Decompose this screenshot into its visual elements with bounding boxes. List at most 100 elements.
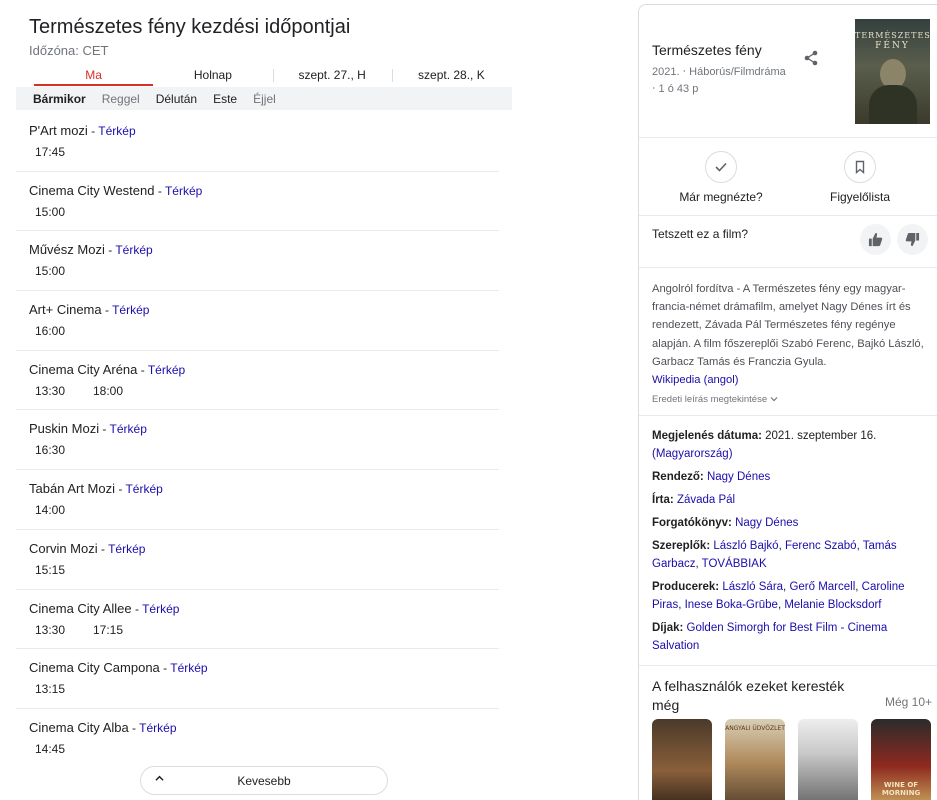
producer-link[interactable]: Melanie Blocksdorf: [784, 599, 881, 611]
related-poster-title: ANGYALI ÜDVÖZLET: [725, 725, 785, 732]
tab-today[interactable]: Ma: [34, 66, 154, 86]
cinema-row: Art+ Cinema - Térkép 16:00: [16, 291, 499, 351]
cinema-name: Cinema City Westend: [29, 182, 155, 198]
map-link[interactable]: Térkép: [125, 482, 162, 496]
cinema-name: P'Art mozi: [29, 123, 88, 138]
filter-anytime[interactable]: Bármikor: [33, 92, 86, 106]
showtime[interactable]: 13:30: [35, 384, 93, 398]
cinema-row: Művész Mozi - Térkép 15:00: [16, 231, 499, 292]
tab-tomorrow[interactable]: Holnap: [153, 66, 272, 86]
map-link[interactable]: Térkép: [98, 124, 135, 138]
divider: [639, 267, 937, 268]
filter-afternoon[interactable]: Délután: [156, 92, 197, 106]
map-link[interactable]: Térkép: [115, 243, 152, 257]
watchlist-button[interactable]: Figyelőlista: [805, 151, 915, 204]
liked-question: Tetszett ez a film?: [652, 227, 749, 241]
movie-meta: 2021. ‧ Háborús/Filmdráma ‧ 1 ó 43 p: [652, 64, 802, 98]
map-link[interactable]: Térkép: [148, 363, 185, 377]
map-link[interactable]: Térkép: [139, 721, 176, 735]
day-tabs: Ma Holnap szept. 27., H szept. 28., K: [34, 66, 511, 86]
related-movie-poster[interactable]: [798, 719, 858, 800]
map-link[interactable]: Térkép: [112, 303, 149, 317]
cinema-name: Puskin Mozi: [29, 421, 100, 437]
more-link[interactable]: Még 10+: [885, 695, 932, 709]
show-less-label: Kevesebb: [237, 773, 291, 788]
showtime[interactable]: 16:30: [35, 443, 93, 457]
producer-link[interactable]: Gerő Marcell: [789, 581, 855, 593]
fact-writer: Írta: Závada Pál: [652, 491, 932, 509]
showtime[interactable]: 16:00: [35, 324, 93, 338]
share-icon[interactable]: [802, 49, 820, 67]
timezone-label: Időzóna: CET: [29, 43, 109, 58]
cinema-row: P'Art mozi - Térkép 17:45: [16, 112, 499, 172]
thumbs-down-icon: [905, 232, 920, 247]
wikipedia-link[interactable]: Wikipedia (angol): [652, 374, 738, 386]
fact-label: Szereplők:: [652, 540, 711, 552]
showtime[interactable]: 15:15: [35, 563, 93, 577]
movie-poster[interactable]: TERMÉSZETES FÉNY: [855, 19, 930, 124]
fact-awards: Díjak: Golden Simorgh for Best Film - Ci…: [652, 619, 932, 655]
producer-link[interactable]: László Sára: [722, 581, 783, 593]
cinema-name: Cinema City Campona: [29, 660, 160, 676]
showtime[interactable]: 14:00: [35, 503, 93, 517]
showtime[interactable]: 17:15: [93, 623, 151, 637]
divider: [639, 415, 937, 416]
original-description-toggle[interactable]: Eredeti leírás megtekintése: [652, 394, 778, 405]
related-movie-poster[interactable]: [652, 719, 712, 800]
cinema-name: Art+ Cinema: [29, 302, 102, 318]
also-searched-title: A felhasználók ezeket keresték még: [652, 678, 845, 713]
country-link[interactable]: (Magyarország): [652, 448, 733, 460]
cinema-row: Corvin Mozi - Térkép 15:15: [16, 530, 499, 590]
cinema-name: Cinema City Alba: [29, 719, 129, 735]
bookmark-icon: [855, 160, 865, 174]
related-movie-poster[interactable]: WINE OF MORNING: [871, 719, 931, 800]
fact-release: Megjelenés dátuma: 2021. szeptember 16. …: [652, 427, 932, 463]
movie-title: Természetes fény: [652, 42, 762, 58]
related-movie-poster[interactable]: ANGYALI ÜDVÖZLET: [725, 719, 785, 800]
filter-night[interactable]: Éjjel: [253, 92, 276, 106]
filter-evening[interactable]: Este: [213, 92, 237, 106]
dislike-button[interactable]: [897, 224, 928, 255]
watched-button[interactable]: Már megnézte?: [666, 151, 776, 204]
map-link[interactable]: Térkép: [170, 661, 207, 675]
producer-link[interactable]: Inese Boka-Grūbe: [685, 599, 778, 611]
filter-morning[interactable]: Reggel: [102, 92, 140, 106]
like-button[interactable]: [860, 224, 891, 255]
fact-cast: Szereplők: László Bajkó, Ferenc Szabó, T…: [652, 540, 897, 570]
map-link[interactable]: Térkép: [108, 542, 145, 556]
map-link[interactable]: Térkép: [165, 184, 202, 198]
cinema-name: Corvin Mozi: [29, 540, 98, 556]
watched-label: Már megnézte?: [679, 190, 763, 204]
screenplay-link[interactable]: Nagy Dénes: [735, 517, 798, 529]
show-less-button[interactable]: Kevesebb: [140, 766, 388, 795]
map-link[interactable]: Térkép: [110, 422, 147, 436]
fact-label: Díjak:: [652, 622, 684, 634]
showtime[interactable]: 15:00: [35, 264, 93, 278]
movie-facts: Megjelenés dátuma: 2021. szeptember 16. …: [652, 427, 932, 660]
tab-sep-28[interactable]: szept. 28., K: [391, 66, 511, 86]
fact-label: Megjelenés dátuma:: [652, 430, 762, 442]
map-link[interactable]: Térkép: [142, 602, 179, 616]
cast-link[interactable]: Ferenc Szabó: [785, 540, 857, 552]
movie-meta-line1: 2021. ‧ Háborús/Filmdráma: [652, 66, 786, 78]
cast-link[interactable]: László Bajkó: [713, 540, 778, 552]
cinema-list: P'Art mozi - Térkép 17:45 Cinema City We…: [16, 112, 499, 769]
cinema-row: Cinema City Alba - Térkép 14:45: [29, 719, 177, 756]
showtime[interactable]: 18:00: [93, 384, 151, 398]
writer-link[interactable]: Závada Pál: [677, 494, 735, 506]
cinema-name: Cinema City Aréna: [29, 361, 138, 377]
showtime[interactable]: 14:45: [35, 742, 93, 756]
cast-more-link[interactable]: TOVÁBBIAK: [702, 558, 767, 570]
showtime[interactable]: 17:45: [35, 145, 93, 159]
time-filter-bar: Bármikor Reggel Délután Este Éjjel: [16, 87, 512, 110]
award-link[interactable]: Golden Simorgh for Best Film - Cinema Sa…: [652, 622, 887, 652]
showtime[interactable]: 13:15: [35, 682, 93, 696]
showtime[interactable]: 13:30: [35, 623, 93, 637]
watchlist-label: Figyelőlista: [829, 190, 891, 204]
director-link[interactable]: Nagy Dénes: [707, 471, 770, 483]
tab-sep-27[interactable]: szept. 27., H: [272, 66, 392, 86]
fact-value: 2021. szeptember 16.: [765, 430, 877, 442]
knowledge-panel: Természetes fény 2021. ‧ Háborús/Filmdrá…: [638, 4, 937, 800]
showtime[interactable]: 15:00: [35, 205, 93, 219]
thumbs-up-icon: [868, 232, 883, 247]
